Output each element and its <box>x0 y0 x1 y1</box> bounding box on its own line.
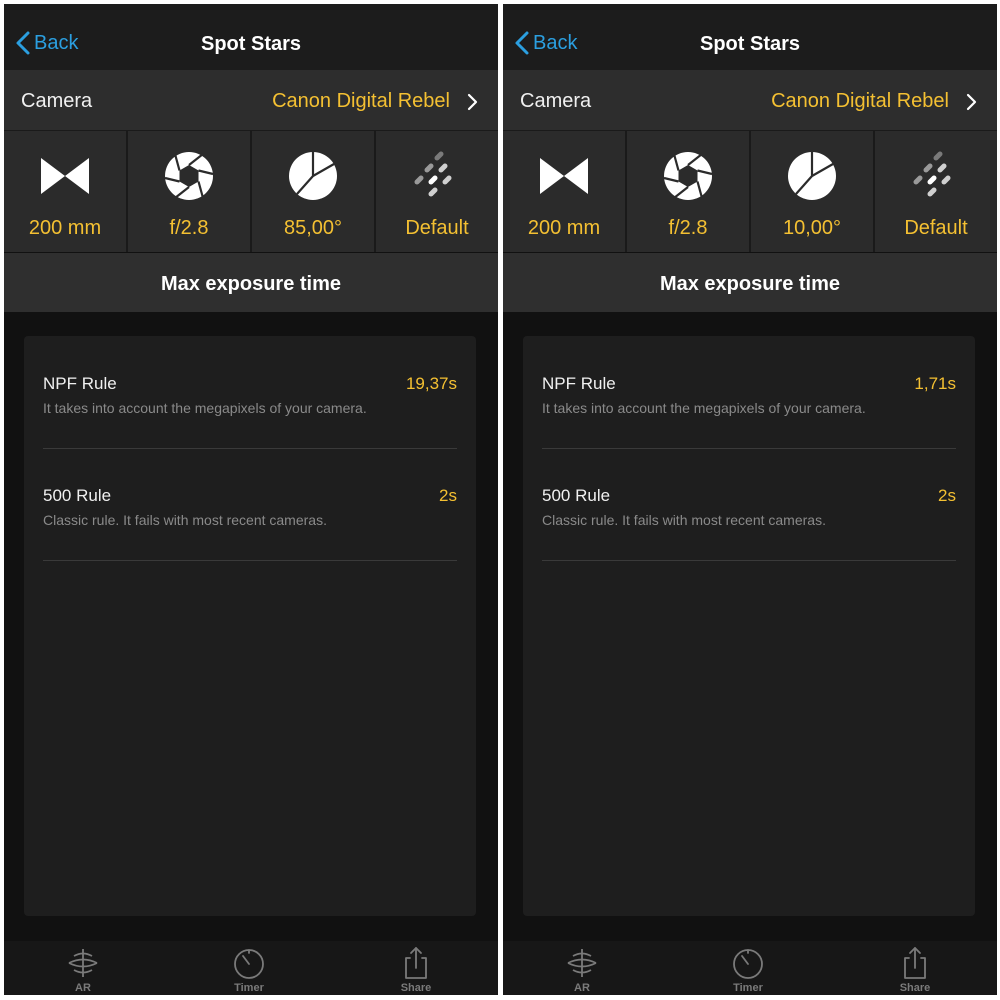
parameter-grid: 200 mm f/2.8 85,00° Default <box>4 131 498 252</box>
focal-length-value: 200 mm <box>28 217 102 239</box>
accuracy-icon <box>913 151 951 197</box>
camera-label: Camera <box>21 90 93 112</box>
declination-icon <box>788 152 836 200</box>
rule-name: NPF Rule <box>542 374 616 393</box>
focal-length-icon <box>540 158 588 194</box>
chevron-right-icon <box>966 93 977 111</box>
rule-value: 2s <box>938 486 956 505</box>
tab-label: Timer <box>234 982 264 994</box>
share-icon <box>405 947 427 979</box>
npf-rule-row[interactable]: NPF Rule 19,37s It takes into account th… <box>43 336 457 449</box>
camera-label: Camera <box>520 90 592 112</box>
rule-value: 1,71s <box>914 374 956 393</box>
tab-ar[interactable]: AR <box>532 946 632 995</box>
tab-timer[interactable]: Timer <box>698 946 798 995</box>
tab-ar[interactable]: AR <box>33 946 133 995</box>
rule-name: 500 Rule <box>43 486 112 505</box>
accuracy-value: Default <box>405 217 469 239</box>
tab-label: Share <box>899 982 931 994</box>
tab-share[interactable]: Share <box>366 946 466 995</box>
camera-value: Canon Digital Rebel <box>771 90 949 112</box>
tab-bar: AR Timer Share <box>503 941 997 995</box>
camera-row[interactable]: Camera Canon Digital Rebel <box>503 70 997 131</box>
declination-icon <box>289 152 337 200</box>
accuracy-button[interactable]: Default <box>875 131 997 252</box>
screen-left: Back Spot Stars Camera Canon Digital Reb… <box>4 4 498 995</box>
ar-icon <box>68 949 98 977</box>
aperture-icon <box>663 152 713 200</box>
timer-icon <box>234 949 264 979</box>
tab-share[interactable]: Share <box>865 946 965 995</box>
rule-value: 2s <box>439 486 457 505</box>
accuracy-button[interactable]: Default <box>376 131 498 252</box>
rule-description: Classic rule. It fails with most recent … <box>542 512 826 528</box>
aperture-value: f/2.8 <box>668 217 708 239</box>
section-header: Max exposure time <box>503 253 997 312</box>
camera-value: Canon Digital Rebel <box>272 90 450 112</box>
nav-bar: Back Spot Stars <box>4 4 498 70</box>
page-title: Spot Stars <box>200 33 302 55</box>
tab-label: AR <box>574 982 590 994</box>
rules-card: NPF Rule 1,71s It takes into account the… <box>523 336 975 916</box>
rule-value: 19,37s <box>405 374 457 393</box>
500-rule-row[interactable]: 500 Rule 2s Classic rule. It fails with … <box>542 448 956 561</box>
rule-description: It takes into account the megapixels of … <box>542 400 866 416</box>
rules-card: NPF Rule 19,37s It takes into account th… <box>24 336 476 916</box>
declination-button[interactable]: 85,00° <box>252 131 376 252</box>
declination-value: 85,00° <box>283 217 343 239</box>
aperture-icon <box>164 152 214 200</box>
accuracy-value: Default <box>904 217 968 239</box>
section-header: Max exposure time <box>4 253 498 312</box>
declination-value: 10,00° <box>782 217 842 239</box>
declination-button[interactable]: 10,00° <box>751 131 875 252</box>
share-icon <box>904 947 926 979</box>
npf-rule-row[interactable]: NPF Rule 1,71s It takes into account the… <box>542 336 956 449</box>
rule-description: It takes into account the megapixels of … <box>43 400 367 416</box>
ar-icon <box>567 949 597 977</box>
aperture-value: f/2.8 <box>169 217 209 239</box>
parameter-grid: 200 mm f/2.8 10,00° Default <box>503 131 997 252</box>
focal-length-button[interactable]: 200 mm <box>4 131 128 252</box>
section-title: Max exposure time <box>659 273 841 295</box>
accuracy-icon <box>414 151 452 197</box>
camera-row[interactable]: Camera Canon Digital Rebel <box>4 70 498 131</box>
rule-name: NPF Rule <box>43 374 117 393</box>
focal-length-value: 200 mm <box>527 217 601 239</box>
page-title: Spot Stars <box>699 33 801 55</box>
focal-length-icon <box>41 158 89 194</box>
section-title: Max exposure time <box>160 273 342 295</box>
tab-label: AR <box>75 982 91 994</box>
tab-timer[interactable]: Timer <box>199 946 299 995</box>
rule-description: Classic rule. It fails with most recent … <box>43 512 327 528</box>
rule-name: 500 Rule <box>542 486 611 505</box>
timer-icon <box>733 949 763 979</box>
tab-bar: AR Timer Share <box>4 941 498 995</box>
nav-bar: Back Spot Stars <box>503 4 997 70</box>
screen-right: Back Spot Stars Camera Canon Digital Reb… <box>503 4 997 995</box>
chevron-right-icon <box>467 93 478 111</box>
focal-length-button[interactable]: 200 mm <box>503 131 627 252</box>
tab-label: Share <box>400 982 432 994</box>
tab-label: Timer <box>733 982 763 994</box>
aperture-button[interactable]: f/2.8 <box>128 131 252 252</box>
aperture-button[interactable]: f/2.8 <box>627 131 751 252</box>
500-rule-row[interactable]: 500 Rule 2s Classic rule. It fails with … <box>43 448 457 561</box>
